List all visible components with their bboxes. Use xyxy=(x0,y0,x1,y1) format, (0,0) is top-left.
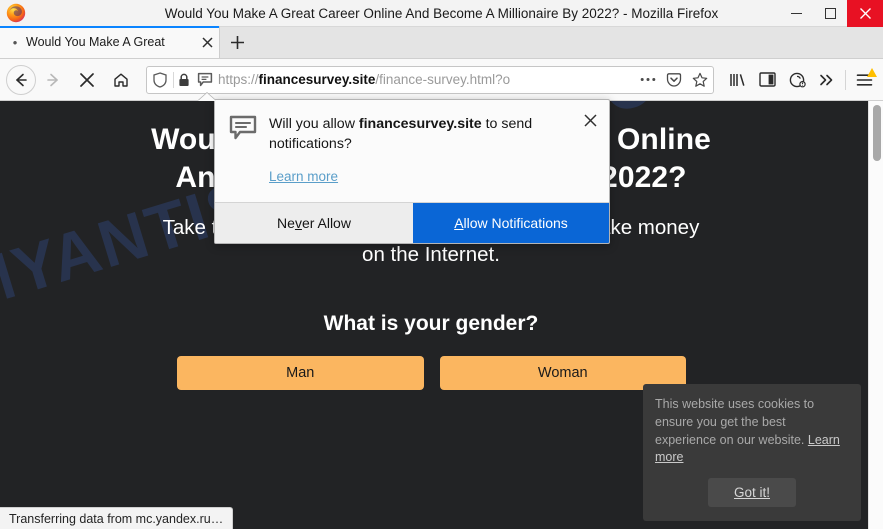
doorhanger-main: Will you allow financesurvey.site to sen… xyxy=(263,114,597,186)
tab-strip: • Would You Make A Great xyxy=(0,26,883,59)
cookie-accept-button[interactable]: Got it! xyxy=(707,478,796,507)
cookie-message: This website uses cookies to ensure you … xyxy=(655,397,815,447)
never-allow-label: Never Allow xyxy=(277,215,351,232)
doorhanger-host: financesurvey.site xyxy=(358,116,482,132)
doorhanger-message: Will you allow financesurvey.site to sen… xyxy=(269,114,587,154)
window-title: Would You Make A Great Career Online And… xyxy=(164,5,719,21)
tracking-protection-shield-icon[interactable] xyxy=(147,71,173,88)
survey-question: What is your gender? xyxy=(323,311,539,335)
stop-button[interactable] xyxy=(70,63,104,97)
account-sync-icon[interactable] xyxy=(782,65,812,95)
doorhanger-footer: Never Allow Allow Notifications xyxy=(215,202,609,244)
tab-close-icon[interactable] xyxy=(195,36,219,48)
minimize-button[interactable] xyxy=(779,0,813,27)
app-menu-icon[interactable] xyxy=(849,65,879,95)
notification-bubble-icon xyxy=(229,114,263,186)
tab-loading-icon: • xyxy=(12,34,18,50)
firefox-logo-icon xyxy=(6,3,26,23)
address-bar[interactable]: https://financesurvey.site/finance-surve… xyxy=(146,65,714,94)
lock-icon[interactable] xyxy=(174,73,194,87)
library-icon[interactable] xyxy=(722,65,752,95)
url-path: /finance-survey.html?o xyxy=(375,72,511,87)
window-controls xyxy=(779,0,883,27)
toolbar-separator xyxy=(845,69,846,90)
menu-warning-badge-icon xyxy=(867,67,877,77)
browser-tab[interactable]: • Would You Make A Great xyxy=(0,26,220,58)
url-text: https://financesurvey.site/finance-surve… xyxy=(216,72,635,87)
cookie-button-wrap: Got it! xyxy=(655,478,849,507)
doorhanger-close-icon[interactable] xyxy=(581,111,599,129)
doorhanger-learn-more-link[interactable]: Learn more xyxy=(269,169,338,184)
scrollbar-thumb[interactable] xyxy=(873,105,881,161)
doorhanger-body: Will you allow financesurvey.site to sen… xyxy=(215,100,609,202)
never-allow-button[interactable]: Never Allow xyxy=(215,203,413,244)
url-scheme: https:// xyxy=(218,72,259,87)
vertical-scrollbar[interactable] xyxy=(868,101,883,529)
sidebar-icon[interactable] xyxy=(752,65,782,95)
tab-title: Would You Make A Great xyxy=(26,35,165,49)
toolbar-right-icons xyxy=(722,65,883,95)
url-host: financesurvey.site xyxy=(258,72,376,87)
bookmark-star-icon[interactable] xyxy=(687,67,713,93)
navigation-toolbar: https://financesurvey.site/finance-surve… xyxy=(0,59,883,101)
back-button[interactable] xyxy=(6,64,36,95)
answer-button-man[interactable]: Man xyxy=(177,355,424,390)
cookie-notice: This website uses cookies to ensure you … xyxy=(643,384,861,521)
subtext-line-2: on the Internet. xyxy=(362,242,500,266)
firefox-window: Would You Make A Great Career Online And… xyxy=(0,0,883,529)
notification-permission-icon[interactable] xyxy=(194,72,216,88)
page-actions-icon[interactable] xyxy=(635,67,661,93)
overflow-chevrons-icon[interactable] xyxy=(812,65,842,95)
doorhanger-message-prefix: Will you allow xyxy=(269,116,359,132)
pocket-icon[interactable] xyxy=(661,67,687,93)
allow-notifications-button[interactable]: Allow Notifications xyxy=(413,203,609,244)
close-button[interactable] xyxy=(847,0,883,27)
allow-notifications-label: Allow Notifications xyxy=(454,215,568,232)
maximize-button[interactable] xyxy=(813,0,847,27)
title-bar: Would You Make A Great Career Online And… xyxy=(0,0,883,27)
cookie-notice-text: This website uses cookies to ensure you … xyxy=(655,396,849,467)
status-bar: Transferring data from mc.yandex.ru… xyxy=(0,507,234,529)
forward-button[interactable] xyxy=(36,63,70,97)
new-tab-button[interactable] xyxy=(220,26,254,58)
home-button[interactable] xyxy=(104,63,138,97)
doorhanger-arrow xyxy=(198,93,216,101)
notification-permission-popup: Will you allow financesurvey.site to sen… xyxy=(214,99,610,245)
